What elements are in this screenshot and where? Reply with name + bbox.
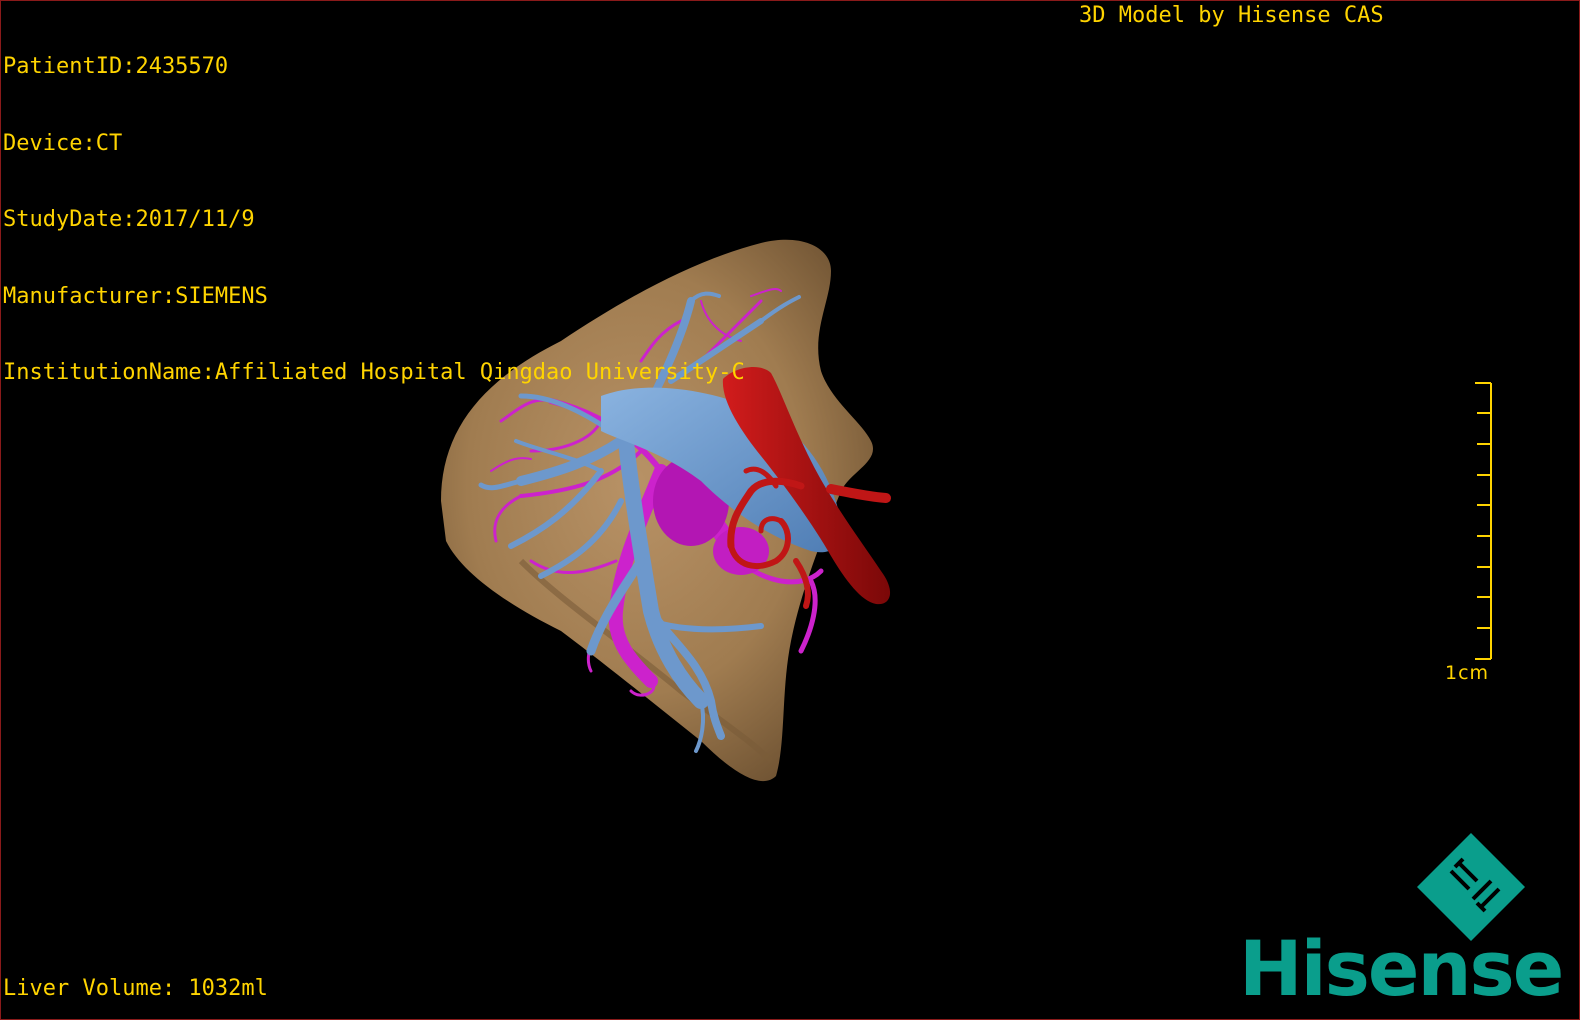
scale-label: 1cm xyxy=(1445,662,1490,684)
scale-bar xyxy=(1475,382,1492,660)
manufacturer: Manufacturer:SIEMENS xyxy=(3,283,268,309)
institution-name: InstitutionName:Affiliated Hospital Qing… xyxy=(3,360,745,385)
3d-viewport[interactable]: PatientID:2435570 Device:CT StudyDate:20… xyxy=(0,0,1580,1020)
liver-volume: Liver Volume: 1032ml xyxy=(3,976,268,1001)
scale-bar-ticks xyxy=(1475,382,1491,660)
study-date: StudyDate:2017/11/9 xyxy=(3,207,255,232)
hisense-wordmark: Hisense xyxy=(1239,924,1564,1013)
patient-id: PatientID:2435570 xyxy=(3,54,229,79)
model-credit: 3D Model by Hisense CAS xyxy=(1079,3,1384,28)
device-type: Device:CT xyxy=(3,130,123,156)
dicom-metadata: PatientID:2435570 Device:CT StudyDate:20… xyxy=(3,3,745,437)
